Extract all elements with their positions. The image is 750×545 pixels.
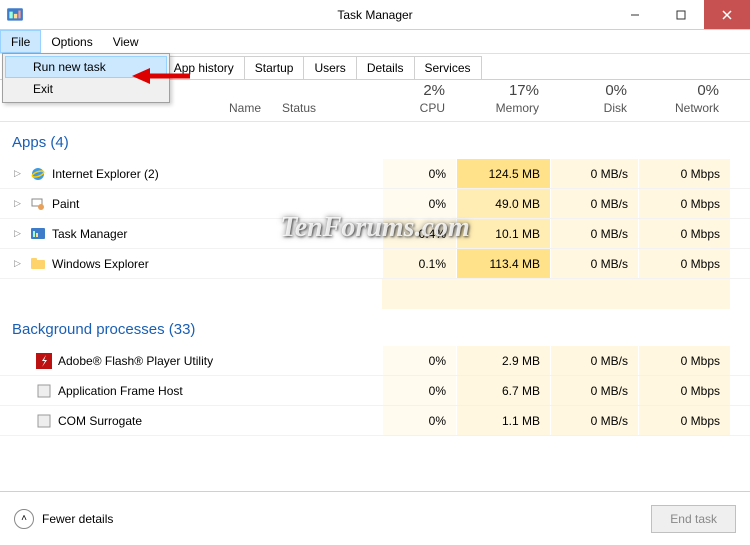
taskmgr-icon bbox=[30, 226, 46, 242]
process-name: Paint bbox=[52, 197, 79, 211]
window-controls bbox=[612, 0, 750, 29]
tab-app-history[interactable]: App history bbox=[163, 56, 245, 79]
paint-icon bbox=[30, 196, 46, 212]
window-title: Task Manager bbox=[337, 8, 412, 22]
menu-run-new-task[interactable]: Run new task bbox=[5, 56, 167, 78]
file-dropdown: Run new task Exit bbox=[2, 53, 170, 103]
maximize-button[interactable] bbox=[658, 0, 704, 29]
tab-services[interactable]: Services bbox=[414, 56, 482, 79]
ie-icon bbox=[30, 166, 46, 182]
table-row[interactable]: ▷Windows Explorer 0.1% 113.4 MB 0 MB/s 0… bbox=[0, 249, 750, 279]
expander-icon[interactable]: ▷ bbox=[14, 168, 24, 179]
expander-icon[interactable]: ▷ bbox=[14, 228, 24, 239]
chevron-up-icon: ˄ bbox=[14, 509, 34, 529]
minimize-button[interactable] bbox=[612, 0, 658, 29]
menu-options[interactable]: Options bbox=[41, 30, 102, 53]
explorer-icon bbox=[30, 256, 46, 272]
menubar: File Options View Run new task Exit bbox=[0, 30, 750, 54]
header-disk[interactable]: 0%Disk bbox=[550, 80, 638, 121]
table-row[interactable]: ▷Paint 0% 49.0 MB 0 MB/s 0 Mbps bbox=[0, 189, 750, 219]
tab-details[interactable]: Details bbox=[356, 56, 415, 79]
expander-icon[interactable]: ▷ bbox=[14, 198, 24, 209]
titlebar: Task Manager bbox=[0, 0, 750, 30]
process-list: Apps (4) ▷Internet Explorer (2) 0% 124.5… bbox=[0, 122, 750, 488]
table-row[interactable]: Application Frame Host 0% 6.7 MB 0 MB/s … bbox=[0, 376, 750, 406]
generic-app-icon bbox=[36, 413, 52, 429]
header-cpu[interactable]: 2%CPU bbox=[382, 80, 456, 121]
menu-exit[interactable]: Exit bbox=[5, 78, 167, 100]
table-row[interactable]: Adobe® Flash® Player Utility 0% 2.9 MB 0… bbox=[0, 346, 750, 376]
process-name: Adobe® Flash® Player Utility bbox=[58, 354, 213, 368]
tab-users[interactable]: Users bbox=[303, 56, 356, 79]
process-name: COM Surrogate bbox=[58, 414, 142, 428]
app-icon bbox=[6, 6, 24, 24]
process-name: Windows Explorer bbox=[52, 257, 149, 271]
table-row[interactable]: ▷Internet Explorer (2) 0% 124.5 MB 0 MB/… bbox=[0, 159, 750, 189]
generic-app-icon bbox=[36, 383, 52, 399]
tab-startup[interactable]: Startup bbox=[244, 56, 305, 79]
footer: ˄ Fewer details End task bbox=[0, 491, 750, 545]
menu-view[interactable]: View bbox=[103, 30, 149, 53]
table-row[interactable]: ▷Task Manager 0.4% 10.1 MB 0 MB/s 0 Mbps bbox=[0, 219, 750, 249]
header-status[interactable]: Status bbox=[272, 80, 382, 121]
end-task-button[interactable]: End task bbox=[651, 505, 736, 533]
group-apps: Apps (4) bbox=[0, 122, 750, 159]
table-row[interactable]: COM Surrogate 0% 1.1 MB 0 MB/s 0 Mbps bbox=[0, 406, 750, 436]
header-memory[interactable]: 17%Memory bbox=[456, 80, 550, 121]
header-network[interactable]: 0%Network bbox=[638, 80, 730, 121]
flash-icon bbox=[36, 353, 52, 369]
process-name: Task Manager bbox=[52, 227, 127, 241]
group-background: Background processes (33) bbox=[0, 309, 750, 346]
close-button[interactable] bbox=[704, 0, 750, 29]
process-name: Application Frame Host bbox=[58, 384, 183, 398]
process-name: Internet Explorer (2) bbox=[52, 167, 159, 181]
fewer-details-button[interactable]: ˄ Fewer details bbox=[14, 509, 113, 529]
expander-icon[interactable]: ▷ bbox=[14, 258, 24, 269]
menu-file[interactable]: File bbox=[0, 30, 41, 53]
